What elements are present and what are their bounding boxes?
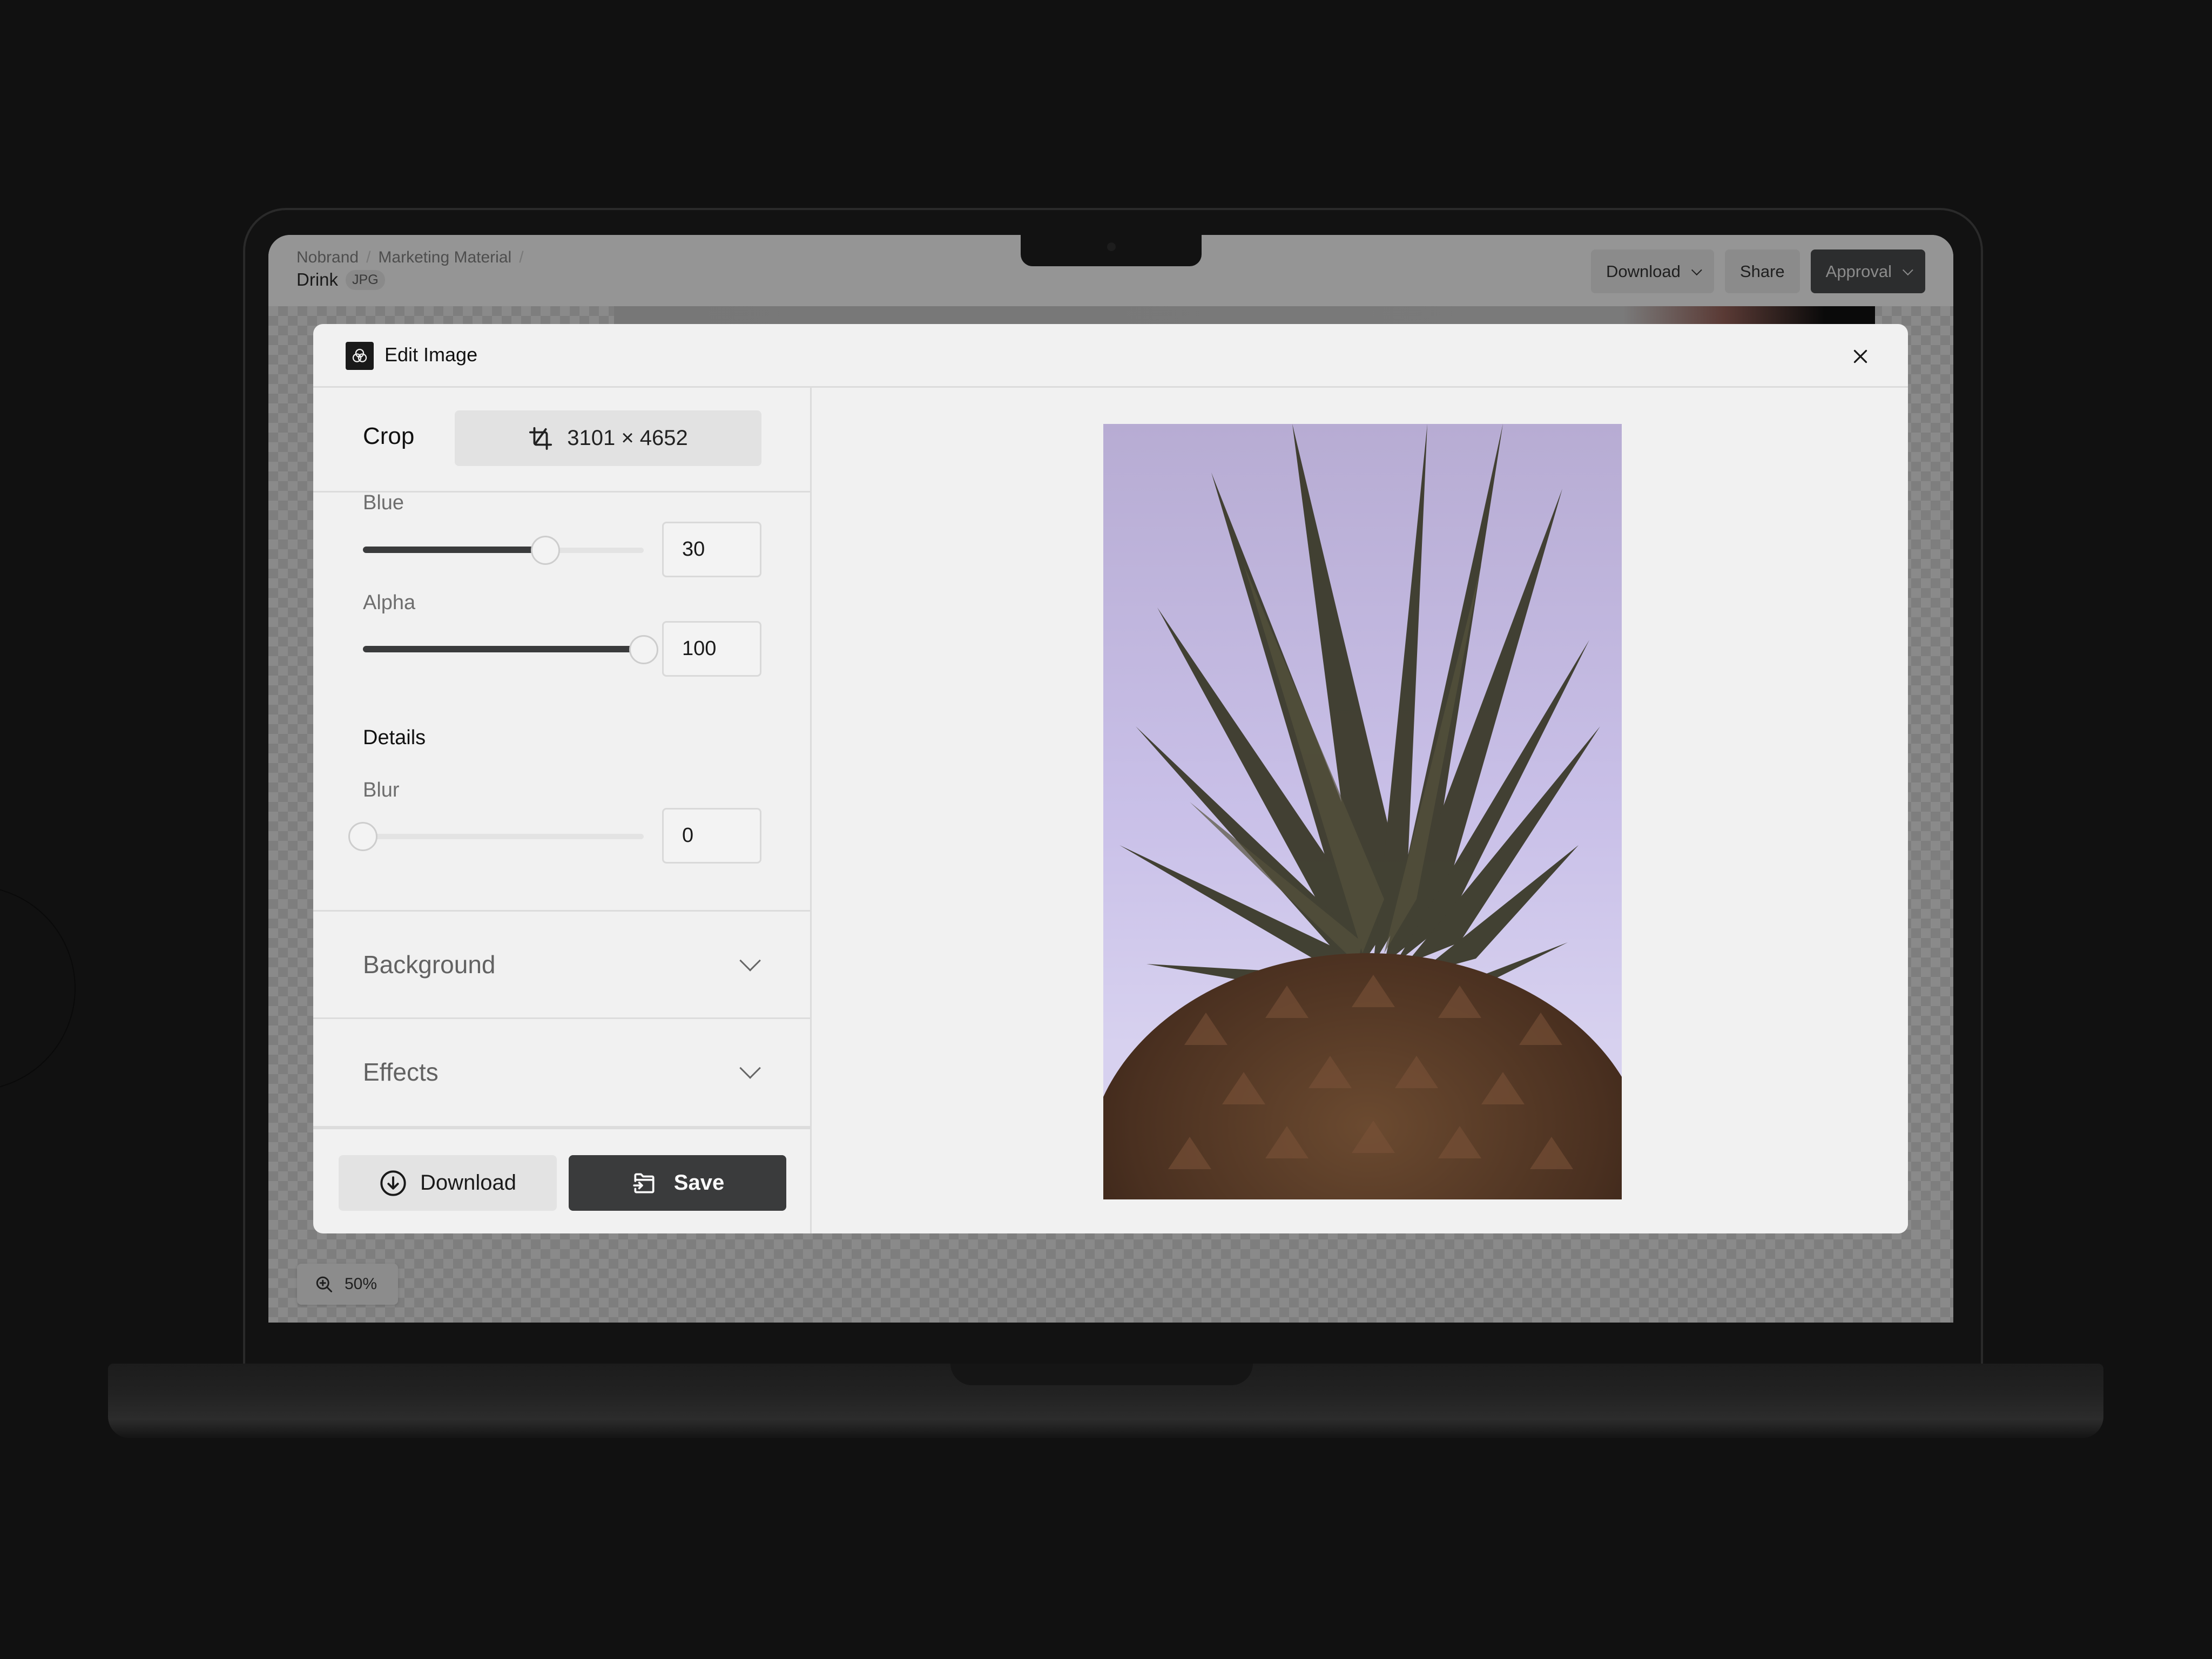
file-title-row: Drink JPG	[296, 269, 385, 290]
top-actions: Download Share Approval	[1591, 249, 1925, 293]
laptop-base	[108, 1364, 2103, 1438]
zoom-in-icon	[316, 1276, 332, 1292]
zoom-level: 50%	[345, 1275, 377, 1293]
zoom-control[interactable]: 50%	[297, 1264, 398, 1305]
approval-dropdown-button[interactable]: Approval	[1810, 249, 1925, 293]
close-icon	[1853, 349, 1867, 363]
chevron-down-icon	[739, 1057, 761, 1079]
download-dropdown-button[interactable]: Download	[1591, 249, 1714, 293]
image-preview-area	[813, 389, 1908, 1233]
download-label: Download	[420, 1171, 516, 1195]
share-label: Share	[1739, 261, 1785, 281]
save-label: Save	[673, 1171, 725, 1195]
alpha-value-input[interactable]	[662, 621, 761, 677]
slider-fill	[363, 547, 545, 553]
breadcrumb-item-marketing-material[interactable]: Marketing Material	[378, 248, 511, 267]
slider-thumb[interactable]	[629, 635, 658, 664]
preview-image	[1103, 424, 1622, 1199]
chevron-down-icon	[1902, 264, 1913, 275]
camera-notch	[1021, 235, 1202, 266]
modal-footer: Download Save	[313, 1126, 810, 1233]
alpha-slider[interactable]	[363, 635, 658, 664]
crop-dimensions: 3101 × 4652	[567, 426, 688, 450]
blur-label: Blur	[363, 779, 400, 801]
slider-thumb[interactable]	[348, 822, 377, 851]
breadcrumb-separator: /	[366, 248, 371, 266]
slider-thumb[interactable]	[531, 536, 560, 565]
download-circle-icon	[380, 1170, 406, 1196]
approval-label: Approval	[1825, 261, 1892, 281]
blue-label: Blue	[363, 491, 404, 514]
chevron-down-icon	[1691, 264, 1702, 275]
three-circles-icon	[346, 342, 374, 370]
chevron-down-icon	[739, 950, 761, 972]
accordion-background[interactable]: Background	[313, 910, 810, 1017]
accordion-background-label: Background	[363, 950, 496, 979]
blue-value-input[interactable]	[662, 522, 761, 577]
file-name: Drink	[296, 269, 339, 289]
decorative-circle	[0, 886, 76, 1091]
edit-controls-panel: Crop 3101 × 4652 Blue 30 Alpha 100 Detai…	[313, 388, 812, 1233]
breadcrumb-separator: /	[519, 248, 524, 266]
modal-header: Edit Image	[313, 324, 1908, 388]
camera-icon	[1107, 242, 1116, 251]
slider-fill	[363, 646, 644, 652]
laptop-hinge-notch	[950, 1364, 1253, 1385]
breadcrumb: Nobrand / Marketing Material /	[296, 248, 524, 267]
alpha-label: Alpha	[363, 591, 416, 614]
file-type-badge: JPG	[346, 269, 385, 290]
save-button[interactable]: Save	[569, 1155, 786, 1211]
accordion-effects-label: Effects	[363, 1058, 439, 1086]
edit-image-modal: Edit Image Crop 3101 × 4652 Blue 30 Alph…	[313, 324, 1908, 1233]
pineapple-illustration	[1103, 424, 1622, 1199]
blue-slider[interactable]	[363, 536, 644, 565]
share-button[interactable]: Share	[1724, 249, 1800, 293]
blur-slider[interactable]	[348, 822, 644, 851]
crop-label: Crop	[363, 423, 415, 449]
slider-track	[363, 834, 644, 839]
folder-import-icon	[633, 1172, 655, 1193]
blur-value-input[interactable]	[662, 808, 761, 864]
controls-scroll-area[interactable]: Blue Alpha Details Blur	[313, 491, 810, 910]
download-button[interactable]: Download	[339, 1155, 557, 1211]
breadcrumb-item-nobrand[interactable]: Nobrand	[296, 248, 359, 267]
close-button[interactable]	[1851, 347, 1870, 366]
crop-button[interactable]: 3101 × 4652	[455, 410, 761, 466]
modal-title: Edit Image	[385, 343, 478, 366]
crop-section: Crop 3101 × 4652	[313, 388, 810, 493]
crop-icon	[529, 427, 552, 450]
details-section-title: Details	[363, 726, 426, 749]
accordion-effects[interactable]: Effects	[313, 1017, 810, 1125]
download-dropdown-label: Download	[1606, 261, 1681, 281]
app-screen: Nobrand / Marketing Material / Drink JPG…	[268, 235, 1953, 1323]
